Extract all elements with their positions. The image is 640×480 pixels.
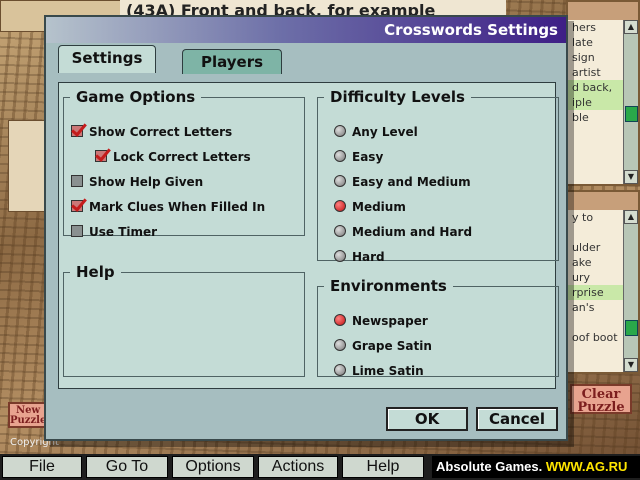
use-timer-checkbox[interactable]: Use Timer (71, 224, 157, 240)
menu-go-to[interactable]: Go To (86, 456, 168, 478)
show-help-given-checkbox[interactable]: Show Help Given (71, 174, 203, 190)
radio-icon (334, 150, 346, 162)
radio-icon (334, 339, 346, 351)
menu-file[interactable]: File (2, 456, 82, 478)
lock-correct-letters-checkbox[interactable]: Lock Correct Letters (95, 149, 251, 165)
checkbox-unchecked-icon (71, 225, 83, 237)
scroll-down-icon[interactable]: ▼ (624, 358, 638, 372)
radio-icon (334, 250, 346, 262)
radio-icon (334, 125, 346, 137)
difficulty-medium-radio[interactable]: Medium (334, 199, 406, 215)
radio-icon (334, 225, 346, 237)
environment-lime-satin-radio[interactable]: Lime Satin (334, 363, 424, 379)
environments-heading: Environments (330, 277, 447, 295)
down-clue-list[interactable]: y to ulder ake ury rprise an's oof boot ▲ ▼ (566, 190, 640, 374)
mark-clues-checkbox[interactable]: Mark Clues When Filled In (71, 199, 265, 215)
game-options-heading: Game Options (76, 88, 196, 106)
scroll-up-icon[interactable]: ▲ (624, 210, 638, 224)
scroll-up-icon[interactable]: ▲ (624, 20, 638, 34)
ok-button[interactable]: OK (386, 407, 468, 431)
scroll-thumb[interactable] (625, 320, 638, 336)
game-options-group: Game Options Show Correct Letters Lock C… (63, 88, 305, 239)
clear-puzzle-button[interactable]: Clear Puzzle (570, 384, 632, 414)
checkbox-checked-icon (71, 200, 83, 212)
checkbox-unchecked-icon (71, 175, 83, 187)
show-correct-letters-checkbox[interactable]: Show Correct Letters (71, 124, 232, 140)
scroll-down-icon[interactable]: ▼ (624, 170, 638, 184)
menu-help[interactable]: Help (342, 456, 424, 478)
tab-players[interactable]: Players (182, 49, 282, 74)
down-scrollbar[interactable]: ▲ ▼ (623, 210, 638, 372)
difficulty-heading: Difficulty Levels (330, 88, 465, 106)
radio-icon (334, 364, 346, 376)
cancel-button[interactable]: Cancel (476, 407, 558, 431)
radio-selected-icon (334, 314, 346, 326)
difficulty-easy-radio[interactable]: Easy (334, 149, 383, 165)
help-heading: Help (76, 263, 115, 281)
difficulty-group: Difficulty Levels Any Level Easy Easy an… (317, 88, 559, 264)
across-scrollbar[interactable]: ▲ ▼ (623, 20, 638, 184)
radio-icon (334, 175, 346, 187)
checkbox-checked-icon (95, 150, 107, 162)
scroll-thumb[interactable] (625, 106, 638, 122)
radio-selected-icon (334, 200, 346, 212)
environments-group: Environments Newspaper Grape Satin Lime … (317, 277, 559, 379)
checkbox-checked-icon (71, 125, 83, 137)
difficulty-easy-medium-radio[interactable]: Easy and Medium (334, 174, 471, 190)
settings-panel: Game Options Show Correct Letters Lock C… (58, 82, 559, 389)
menu-options[interactable]: Options (172, 456, 254, 478)
environment-grape-satin-radio[interactable]: Grape Satin (334, 338, 432, 354)
menu-actions[interactable]: Actions (258, 456, 338, 478)
dialog-title: Crosswords Settings (46, 17, 566, 43)
difficulty-medium-hard-radio[interactable]: Medium and Hard (334, 224, 472, 240)
help-group: Help (63, 263, 305, 377)
settings-dialog: Crosswords Settings Settings Players Gam… (44, 15, 568, 441)
tab-settings[interactable]: Settings (58, 45, 156, 73)
difficulty-any-level-radio[interactable]: Any Level (334, 124, 418, 140)
new-puzzle-button[interactable]: New Puzzle (8, 402, 48, 428)
watermark-label: Absolute Games. WWW.AG.RU (432, 456, 640, 478)
difficulty-hard-radio[interactable]: Hard (334, 249, 385, 265)
across-clue-list[interactable]: hers late sign artist d back, iple ble ▲ ▼ (566, 0, 640, 186)
bottom-menu-bar: File Go To Options Actions Help Absolute… (0, 454, 640, 480)
environment-newspaper-radio[interactable]: Newspaper (334, 313, 428, 329)
torn-paper-piece (8, 120, 46, 212)
